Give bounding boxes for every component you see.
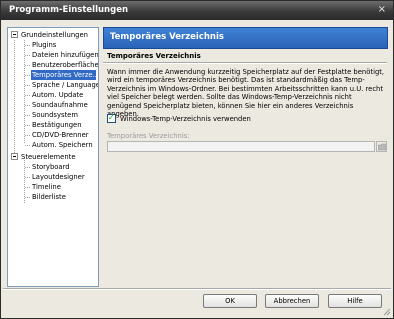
panel-header: Temporäres Verzeichnis [103,27,388,49]
tree-item-label: Soundsystem [32,111,78,119]
tree-item-sprache[interactable]: Sprache / Language [32,80,99,90]
title-bar[interactable]: Programm-Einstellungen × [1,1,393,20]
collapse-toggle-icon[interactable] [11,153,18,160]
tree-item-label: Autom. Speichern [32,141,93,149]
tree-item-label: Grundeinstellungen [21,31,88,39]
description-text: Wann immer die Anwendung kurzzeitig Spei… [107,68,385,119]
tree-line [25,45,30,46]
tree-item-grundeinstellungen[interactable]: Grundeinstellungen [21,30,88,40]
tree-item-timeline[interactable]: Timeline [32,182,61,192]
tree-item-soundsystem[interactable]: Soundsystem [32,110,78,120]
tree-item-label: Autom. Update [32,91,84,99]
section-title: Temporäres Verzeichnis [107,52,201,60]
tree-line [25,55,30,56]
tree-line [25,187,30,188]
tree-line [25,177,30,178]
tree-item-label: Plugins [32,41,57,49]
tree-item-label: Sprache / Language [32,81,99,89]
tree-item-steuerelemente[interactable]: Steuerelemente [21,152,76,162]
tree-line [25,95,30,96]
tree-item-label: Layoutdesigner [32,173,85,181]
tree-item-label: Soundaufnahme [32,101,88,109]
tree-line [25,85,30,86]
tree-item-label: Dateien hinzufügen [32,51,99,59]
close-icon[interactable]: × [378,4,386,15]
tree-line [25,145,30,146]
tree-item-bilderliste[interactable]: Bilderliste [32,192,66,202]
tree-item-benutzeroberflaeche[interactable]: Benutzeroberfläche [32,60,99,70]
tree-item-bestaetigungen[interactable]: Bestätigungen [32,120,82,130]
tree-item-dateien[interactable]: Dateien hinzufügen [32,50,99,60]
tree-item-label: CD/DVD-Brenner [32,131,89,139]
tree-item-layoutdesigner[interactable]: Layoutdesigner [32,172,85,182]
tree-item-plugins[interactable]: Plugins [32,40,56,50]
tree-item-label: Bilderliste [32,193,66,201]
folder-icon [378,143,386,151]
tree-item-soundaufnahme[interactable]: Soundaufnahme [32,100,88,110]
use-windows-temp-label[interactable]: Windows-Temp-Verzeichnis verwenden [120,115,251,123]
tree-line [25,197,30,198]
tree-item-label: Timeline [32,183,61,191]
tree-line [25,115,30,116]
tree-item-cd-dvd-brenner[interactable]: CD/DVD-Brenner [32,130,89,140]
resize-grip-icon[interactable] [383,308,391,316]
use-windows-temp-checkbox[interactable] [107,113,116,123]
tree-line [25,167,30,168]
tree-item-label: Steuerelemente [21,153,76,161]
window-title: Programm-Einstellungen [9,5,129,15]
tree-line [25,135,30,136]
tree-line [25,65,30,66]
tree-line [25,105,30,106]
settings-tree[interactable]: Grundeinstellungen Plugins Dateien hinzu… [7,27,99,287]
tree-line [14,40,15,157]
footer-divider [3,288,391,290]
tree-item-label: Benutzeroberfläche [32,61,99,69]
browse-folder-button[interactable] [376,141,387,152]
tree-item-storyboard[interactable]: Storyboard [32,162,70,172]
temp-directory-field[interactable] [107,141,375,152]
tree-item-autom-speichern[interactable]: Autom. Speichern [32,140,93,150]
tree-line [25,75,30,76]
section-divider [103,62,387,64]
settings-window: Programm-Einstellungen × Grundeinstellun… [0,0,394,319]
help-button[interactable]: Hilfe [328,294,382,308]
tree-item-label: Storyboard [32,163,70,171]
panel-header-title: Temporäres Verzeichnis [110,32,224,42]
tree-item-autom-update[interactable]: Autom. Update [32,90,83,100]
tree-item-label: Bestätigungen [32,121,82,129]
cancel-button[interactable]: Abbrechen [265,294,319,308]
ok-button[interactable]: OK [203,294,257,308]
tree-item-temporaeres-verzeichnis[interactable]: Temporäres Verze... [31,70,99,80]
collapse-toggle-icon[interactable] [11,31,18,38]
tree-line [25,125,30,126]
tree-item-label: Temporäres Verze... [32,71,99,79]
temp-directory-label: Temporäres Verzeichnis: [107,132,190,140]
